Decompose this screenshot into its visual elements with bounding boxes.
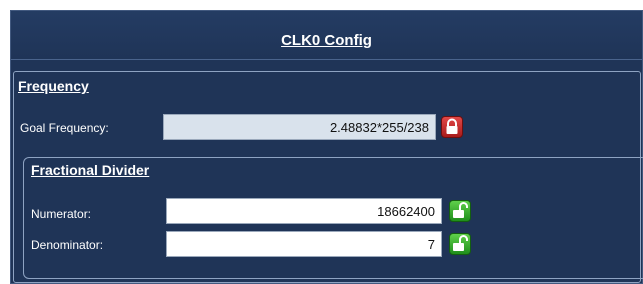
goal-frequency-label: Goal Frequency:: [20, 121, 109, 135]
numerator-field[interactable]: [166, 198, 442, 224]
goal-frequency-field[interactable]: [163, 114, 436, 140]
fractional-divider-section-title: Fractional Divider: [31, 162, 150, 178]
goal-frequency-lock-button[interactable]: [441, 116, 463, 138]
panel-title: CLK0 Config: [281, 32, 372, 49]
denominator-field[interactable]: [166, 231, 442, 257]
numerator-lock-button[interactable]: [449, 200, 471, 222]
locked-padlock-icon: [446, 118, 458, 134]
numerator-label: Numerator:: [31, 207, 92, 221]
denominator-label: Denominator:: [31, 238, 104, 252]
window: CLK0 Config Frequency Goal Frequency: Fr…: [0, 0, 643, 284]
unlocked-padlock-icon: [453, 202, 468, 218]
panel-title-bar: CLK0 Config: [11, 11, 642, 60]
frequency-section-title: Frequency: [18, 78, 89, 94]
clk0-config-panel: CLK0 Config Frequency Goal Frequency: Fr…: [10, 10, 643, 284]
unlocked-padlock-icon: [453, 235, 468, 251]
denominator-lock-button[interactable]: [449, 233, 471, 255]
